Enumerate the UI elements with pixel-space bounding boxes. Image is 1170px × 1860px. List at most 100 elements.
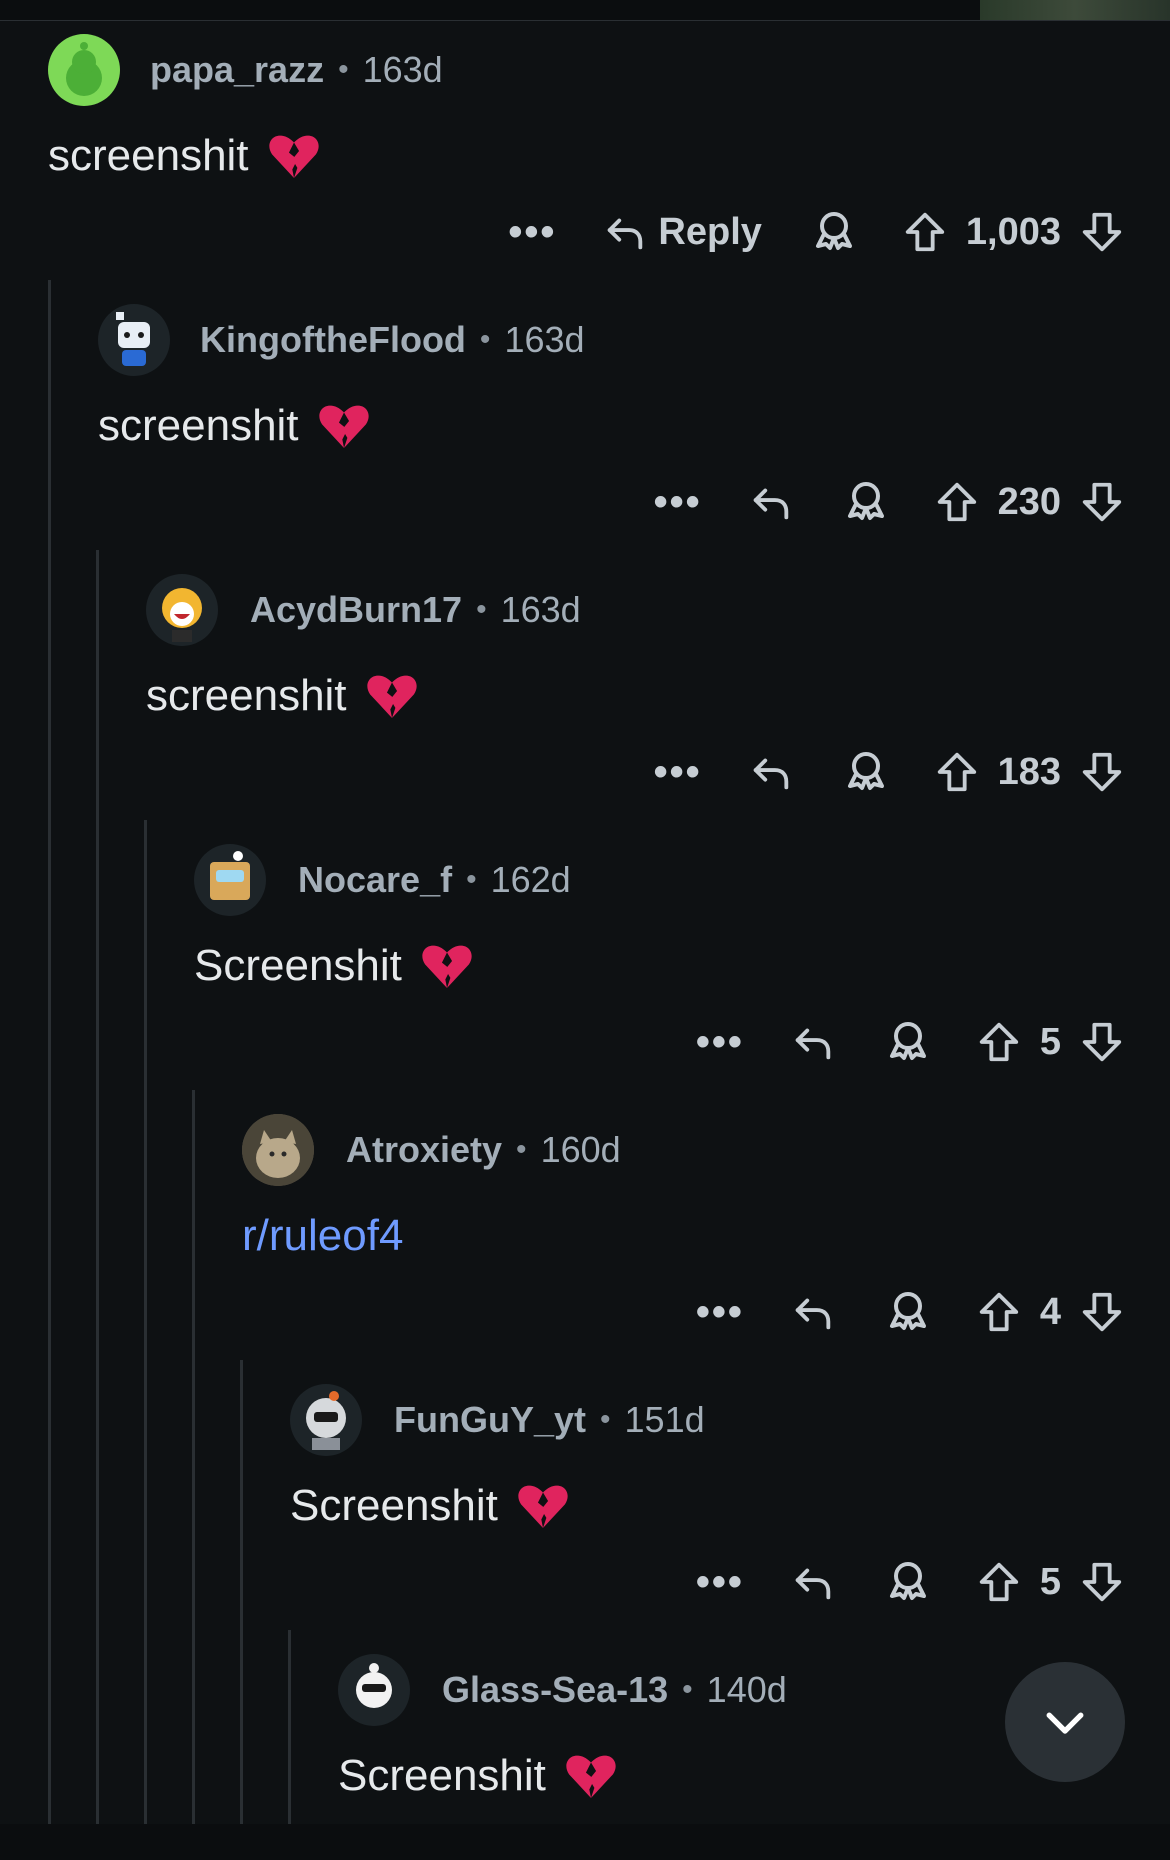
comment-actions: ••• 230 [654,472,1125,532]
reply-button[interactable] [790,1019,836,1065]
vote-count: 230 [997,480,1061,523]
downvote-icon[interactable] [1079,479,1125,525]
more-options-button[interactable]: ••• [654,752,702,792]
reply-button[interactable] [790,1289,836,1335]
broken-heart-icon [518,1485,568,1528]
separator: • [476,593,487,626]
reply-icon [753,758,788,790]
reply-button[interactable]: Reply [602,209,762,255]
upvote-icon[interactable] [976,1289,1022,1335]
comment-text: Screenshit [194,941,402,990]
thread-line-1[interactable] [48,280,51,1860]
comment-body: Screenshit [290,1476,570,1536]
comment-text: screenshit [146,671,347,720]
award-button[interactable] [884,1286,976,1339]
downvote-icon[interactable] [1079,209,1125,255]
reply-button[interactable] [748,749,794,795]
award-icon [889,1561,926,1600]
vote-count: 183 [997,750,1061,793]
award-icon [889,1291,926,1330]
comment-body: r/ruleof4 [242,1206,403,1266]
award-icon [815,211,852,250]
upvote-icon[interactable] [902,209,948,255]
username[interactable]: KingoftheFlood [200,319,466,361]
avatar[interactable] [194,844,266,916]
upvote-icon[interactable] [934,479,980,525]
comment-body: Screenshit [194,936,474,996]
chevron-down-icon [1046,1712,1084,1734]
thread-line-3[interactable] [144,820,147,1860]
avatar[interactable] [98,304,170,376]
award-button[interactable] [884,1556,976,1609]
more-options-button[interactable]: ••• [696,1022,744,1062]
avatar[interactable] [338,1654,410,1726]
comment-meta: AcydBurn17 • 163d [250,574,581,646]
more-options-button[interactable]: ••• [654,482,702,522]
bottom-bar [0,1824,1170,1860]
downvote-icon[interactable] [1079,1289,1125,1335]
award-icon [889,1021,926,1060]
media-thumbnail[interactable] [980,0,1170,20]
thread-line-2[interactable] [96,550,99,1860]
vote-count: 5 [1039,1020,1061,1063]
comment-age: 151d [624,1399,705,1440]
separator: • [338,53,349,86]
separator: • [682,1673,693,1706]
subreddit-link[interactable]: r/ruleof4 [242,1211,403,1261]
reply-icon [795,1028,831,1060]
avatar[interactable] [146,574,218,646]
avatar[interactable] [290,1384,362,1456]
comment-meta: FunGuY_yt • 151d [394,1384,705,1456]
more-options-button[interactable]: ••• [696,1562,744,1602]
downvote-icon[interactable] [1079,1019,1125,1065]
upvote-icon[interactable] [976,1559,1022,1605]
username[interactable]: AcydBurn17 [250,589,462,631]
downvote-icon[interactable] [1079,749,1125,795]
comment-text: screenshit [98,401,299,450]
thread-line-4[interactable] [192,1090,195,1860]
comment-actions: ••• 183 [654,742,1125,802]
comment-text: screenshit [48,131,249,180]
comment-age: 163d [500,589,581,630]
comment-actions: ••• 5 [696,1012,1125,1072]
reply-button[interactable] [790,1559,836,1605]
avatar[interactable] [242,1114,314,1186]
vote-count: 5 [1039,1560,1061,1603]
vote-controls: 183 [934,749,1125,795]
scroll-down-button[interactable] [1005,1662,1125,1782]
vote-count: 4 [1039,1290,1061,1333]
award-button[interactable] [884,1016,976,1069]
vote-controls: 230 [934,479,1125,525]
award-button[interactable] [842,746,934,799]
broken-heart-icon [566,1755,616,1798]
username[interactable]: FunGuY_yt [394,1399,586,1441]
reply-icon [753,488,788,520]
comment-age: 163d [362,49,443,90]
username[interactable]: Nocare_f [298,859,452,901]
upvote-icon[interactable] [976,1019,1022,1065]
broken-heart-icon [268,135,319,178]
separator: • [466,863,477,896]
award-icon [847,751,884,790]
vote-controls: 5 [976,1019,1125,1065]
username[interactable]: papa_razz [150,49,324,91]
award-button[interactable] [842,476,934,529]
reply-button[interactable] [748,479,794,525]
avatar[interactable] [48,34,120,106]
comment-meta: Atroxiety • 160d [346,1114,621,1186]
comment-body: screenshit [146,666,419,726]
separator: • [479,323,491,356]
username[interactable]: Glass-Sea-13 [442,1669,668,1711]
downvote-icon[interactable] [1079,1559,1125,1605]
award-button[interactable] [810,206,902,259]
thread-line-5[interactable] [240,1360,243,1860]
upvote-icon[interactable] [934,749,980,795]
comment-actions: ••• Reply 1,003 [508,202,1125,262]
reply-icon [795,1568,831,1600]
comment-body: Screenshit [338,1746,618,1806]
more-options-button[interactable]: ••• [508,212,556,252]
username[interactable]: Atroxiety [346,1129,502,1171]
broken-heart-icon [366,675,417,718]
broken-heart-icon [422,945,472,988]
more-options-button[interactable]: ••• [696,1292,744,1332]
